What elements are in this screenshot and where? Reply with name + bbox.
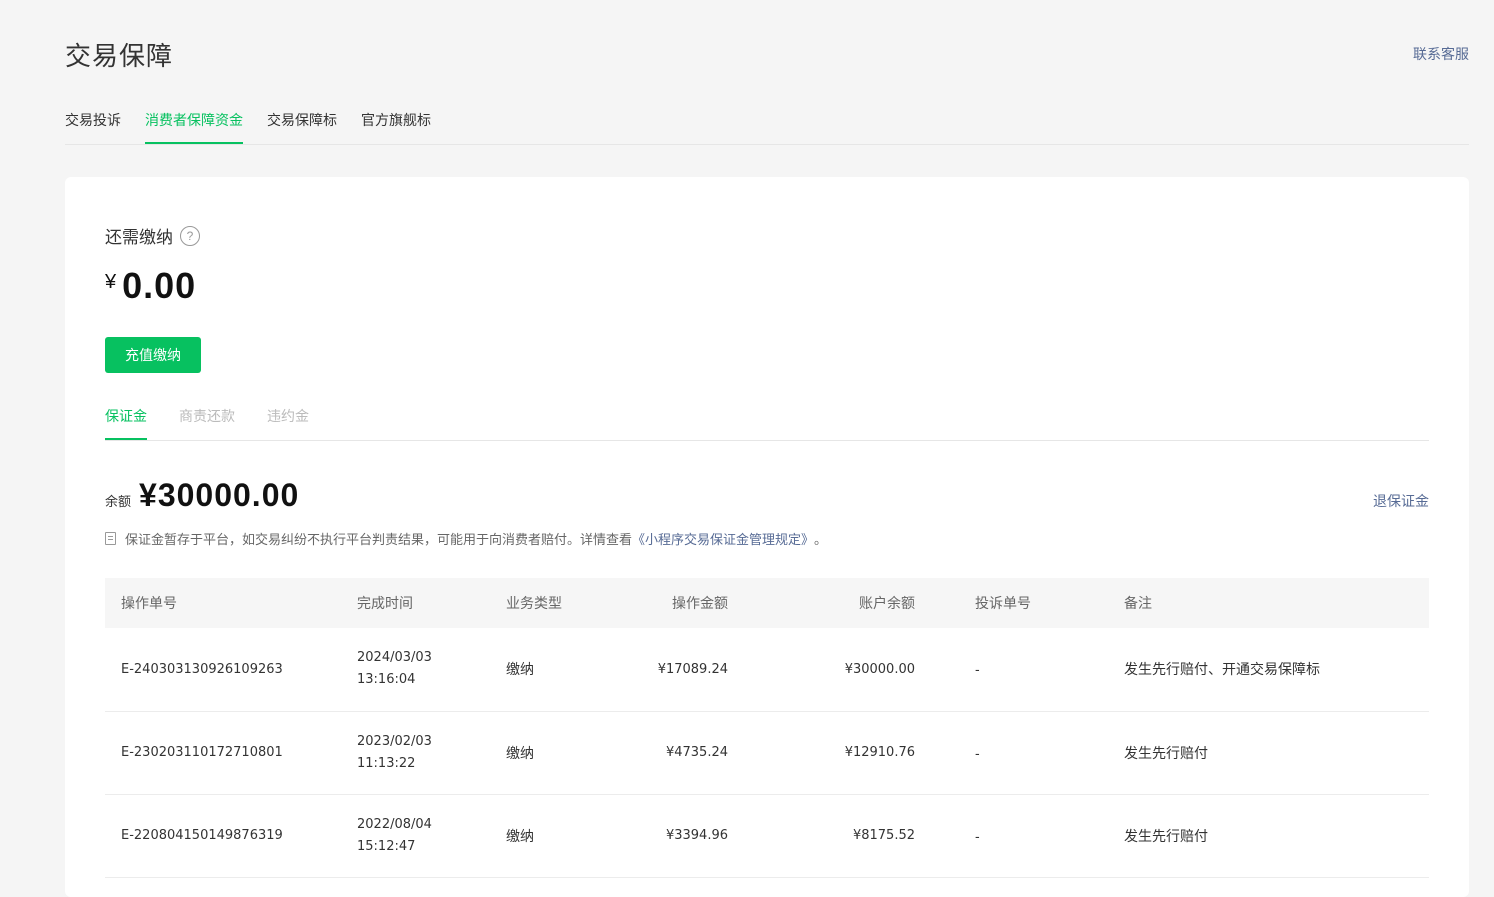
table-row: E-240303130926109263 2024/03/03 13:16:04 … [105,628,1429,711]
tab-consumer-protection-fund[interactable]: 消费者保障资金 [145,108,243,144]
recharge-button[interactable]: 充值缴纳 [105,337,201,373]
operation-id: E-230203110172710801 [121,745,283,760]
tab-penalty[interactable]: 违约金 [267,406,309,440]
table-header-row: 操作单号 完成时间 业务类型 操作金额 账户余额 投诉单号 备注 [105,578,1429,628]
operation-amount: ¥4735.24 [665,745,728,760]
col-business-type: 业务类型 [506,595,562,611]
amount-due: ¥ 0.00 [105,265,196,307]
remarks: 发生先行赔付 [1124,827,1208,844]
completed-date: 2022/08/04 [357,816,432,832]
operation-id: E-240303130926109263 [121,661,283,677]
balance-row: 余额 ¥30000.00 [105,477,299,514]
main-tabs: 交易投诉 消费者保障资金 交易保障标 官方旗舰标 [65,108,1469,145]
table-row: E-230203110172710801 2023/02/03 11:13:22 … [105,711,1429,794]
account-balance: ¥30000.00 [844,661,915,677]
amount-due-text: 还需缴纳 [105,228,173,247]
regulation-link[interactable]: 《小程序交易保证金管理规定》 [632,529,814,548]
fund-card: 还需缴纳 ? ¥ 0.00 充值缴纳 保证金 商责还款 违约金 余额 ¥3000… [65,177,1469,897]
completed-date: 2023/02/03 [357,733,432,749]
completed-clock: 11:13:22 [357,755,416,771]
business-type: 缴纳 [506,827,534,844]
sub-tabs: 保证金 商责还款 违约金 [105,406,1429,441]
operation-amount: ¥3394.96 [665,828,728,843]
completed-time: 2022/08/04 15:12:47 [357,794,506,877]
completed-time: 2024/03/03 13:16:04 [357,628,506,711]
notice-text: 保证金暂存于平台，如交易纠纷不执行平台判责结果，可能用于向消费者赔付。详情查看 [125,532,633,547]
col-completed-time: 完成时间 [357,595,413,611]
completed-time: 2023/02/03 11:13:22 [357,711,506,794]
table-row: E-220804150149876319 2022/08/04 15:12:47 … [105,794,1429,877]
operation-amount: ¥17089.24 [657,661,728,677]
balance-label: 余额 [105,494,132,509]
deposit-notice: 保证金暂存于平台，如交易纠纷不执行平台判责结果，可能用于向消费者赔付。详情查看 … [105,529,827,548]
remarks: 发生先行赔付 [1124,744,1208,761]
complaint-id: - [975,827,980,844]
business-type: 缴纳 [506,744,534,761]
operation-id: E-220804150149876319 [121,828,283,843]
contact-support-link[interactable]: 联系客服 [1413,44,1469,64]
currency-symbol: ¥ [105,271,117,293]
completed-clock: 13:16:04 [357,672,416,688]
page-title: 交易保障 [65,41,174,71]
col-operation-amount: 操作金额 [672,595,728,611]
transactions-table: 操作单号 完成时间 业务类型 操作金额 账户余额 投诉单号 备注 E-24030… [105,578,1429,878]
col-complaint-id: 投诉单号 [975,595,1031,611]
question-circle-icon[interactable]: ? [180,225,200,246]
document-icon [105,532,116,545]
business-type: 缴纳 [506,661,534,678]
col-operation-id: 操作单号 [121,595,177,611]
amount-due-value: 0.00 [122,265,197,306]
account-balance: ¥12910.76 [844,745,915,760]
refund-deposit-link[interactable]: 退保证金 [1373,491,1429,511]
tab-complaints[interactable]: 交易投诉 [65,108,121,144]
completed-clock: 15:12:47 [357,838,416,854]
account-balance: ¥8175.52 [852,828,915,843]
col-account-balance: 账户余额 [859,595,915,611]
balance-value: ¥30000.00 [139,477,300,513]
complaint-id: - [975,744,980,761]
completed-date: 2024/03/03 [357,650,432,666]
notice-suffix: 。 [814,532,828,547]
tab-merchant-repayment[interactable]: 商责还款 [179,406,235,440]
amount-due-label: 还需缴纳 ? [105,223,200,248]
tab-trade-protection-badge[interactable]: 交易保障标 [267,108,337,144]
col-remarks: 备注 [1124,595,1152,611]
remarks: 发生先行赔付、开通交易保障标 [1124,661,1320,678]
tab-official-flagship-badge[interactable]: 官方旗舰标 [361,108,431,144]
tab-deposit[interactable]: 保证金 [105,406,147,440]
complaint-id: - [975,661,980,678]
